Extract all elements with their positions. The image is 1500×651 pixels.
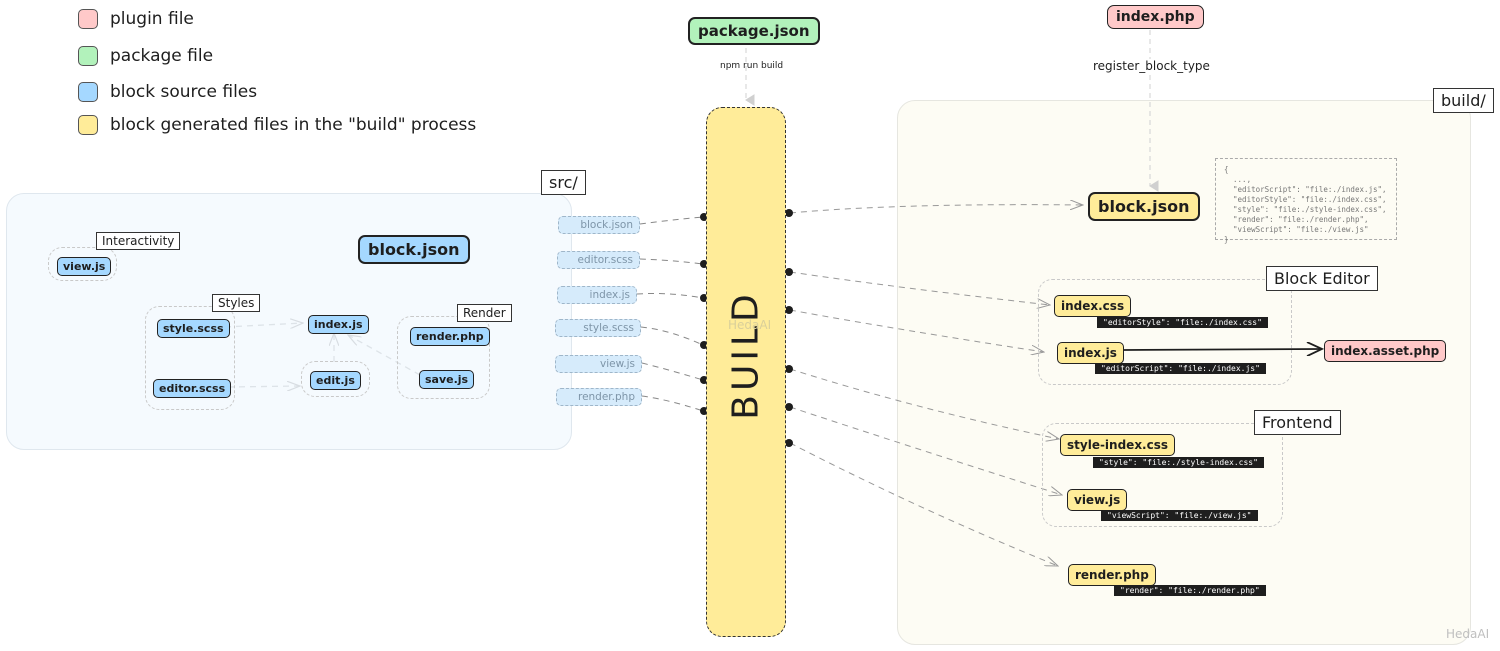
out-index-js-file[interactable]: index.js [1057, 342, 1124, 364]
block-json-code-snippet: { ..., "editorScript": "file:./index.js"… [1215, 158, 1397, 244]
src-block-json-file[interactable]: block.json [358, 235, 470, 264]
build-input-editor-scss: editor.scss [557, 251, 640, 269]
out-render-php-file[interactable]: render.php [1068, 564, 1156, 586]
arrow-build-to-index-js [789, 309, 1044, 352]
editor-style-badge: "editorStyle": "file:./index.css" [1097, 317, 1268, 328]
link-input-editor-scss [639, 258, 704, 265]
build-input-style-scss: style.scss [555, 319, 641, 337]
build-label: BUILD [725, 290, 767, 420]
package-json-file[interactable]: package.json [688, 17, 820, 45]
build-input-view-js: view.js [555, 355, 642, 373]
link-input-view-js [641, 362, 704, 381]
build-folder-label: build/ [1433, 88, 1494, 113]
src-index-js-file[interactable]: index.js [308, 315, 369, 334]
link-input-render-php [641, 395, 704, 412]
src-folder-label: src/ [541, 170, 586, 195]
out-block-json-file[interactable]: block.json [1088, 192, 1200, 221]
frontend-label: Frontend [1254, 410, 1341, 435]
render-label: Render [457, 304, 512, 322]
render-badge: "render": "file:./render.php" [1114, 585, 1266, 596]
src-view-js-file[interactable]: view.js [57, 257, 112, 276]
index-php-file[interactable]: index.php [1107, 5, 1204, 29]
src-edit-js-file[interactable]: edit.js [310, 371, 361, 390]
arrow-build-to-index-css [789, 271, 1050, 305]
arrow-build-to-view-js [789, 406, 1062, 495]
arrow-build-to-block-json [789, 205, 1083, 214]
out-index-css-file[interactable]: index.css [1054, 295, 1132, 317]
npm-run-build-caption: npm run build [720, 61, 784, 71]
link-input-block-json [639, 216, 704, 225]
register-block-type-caption: register_block_type [1093, 59, 1210, 73]
build-input-render-php: render.php [556, 388, 642, 406]
src-save-js-file[interactable]: save.js [419, 370, 475, 389]
out-style-index-css-file[interactable]: style-index.css [1060, 434, 1176, 456]
link-input-style-scss [640, 326, 704, 346]
arrow-style-to-index [224, 323, 303, 327]
link-input-index-js [636, 293, 704, 299]
editor-script-badge: "editorScript": "file:./index.js" [1095, 363, 1266, 374]
interactivity-label: Interactivity [96, 232, 181, 250]
build-input-index-js: index.js [557, 286, 637, 304]
src-editor-scss-file[interactable]: editor.scss [153, 379, 232, 398]
arrow-editor-to-edit [227, 386, 300, 387]
arrow-build-to-render-php [789, 442, 1058, 566]
view-script-badge: "viewScript": "file:./view.js" [1101, 510, 1258, 521]
out-view-js-file[interactable]: view.js [1067, 489, 1128, 511]
block-editor-label: Block Editor [1266, 266, 1378, 291]
styles-label: Styles [212, 294, 261, 312]
build-input-block-json: block.json [558, 216, 640, 234]
build-watermark: HedaAI [728, 318, 772, 332]
build-output-dots [785, 209, 793, 447]
src-render-php-file[interactable]: render.php [410, 327, 490, 346]
watermark: HedaAI [1446, 627, 1490, 641]
index-asset-php-file[interactable]: index.asset.php [1324, 340, 1447, 362]
style-badge: "style": "file:./style-index.css" [1093, 457, 1264, 468]
arrow-build-to-style-index-css [789, 368, 1059, 439]
src-style-scss-file[interactable]: style.scss [157, 319, 230, 338]
